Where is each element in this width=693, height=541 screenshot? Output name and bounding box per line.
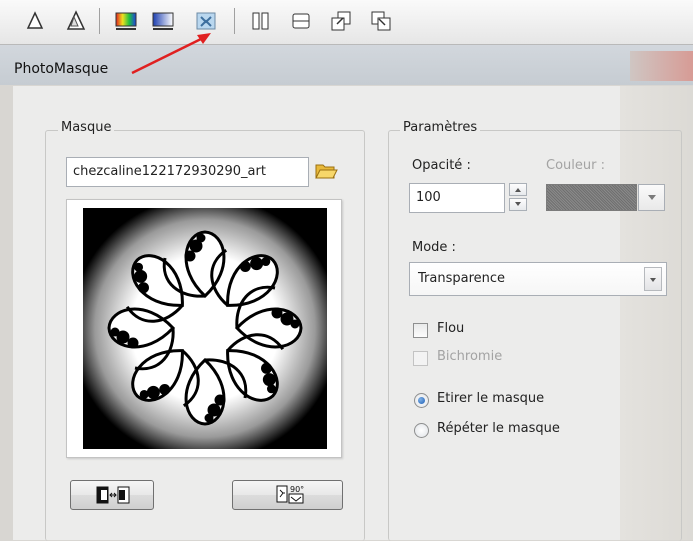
- color-label: Couleur :: [546, 158, 605, 173]
- opacity-decrement-button[interactable]: [509, 198, 527, 211]
- repeat-mask-radio[interactable]: [414, 423, 429, 438]
- rotate-mask-button[interactable]: 90°: [232, 480, 343, 510]
- repeat-mask-label: Répéter le masque: [437, 421, 560, 436]
- svg-text:90°: 90°: [290, 485, 304, 494]
- mode-label: Mode :: [412, 240, 456, 255]
- mode-selected-value: Transparence: [418, 271, 506, 286]
- mask-heading: Masque: [58, 120, 115, 135]
- color-dropdown-button[interactable]: [638, 184, 665, 211]
- mode-select[interactable]: Transparence: [409, 262, 667, 296]
- bichrome-label: Bichromie: [437, 349, 503, 364]
- blur-checkbox[interactable]: [413, 323, 428, 338]
- red-arrow-annotation: [131, 33, 211, 75]
- chevron-down-icon[interactable]: [644, 267, 662, 291]
- opacity-input[interactable]: 100: [409, 183, 505, 213]
- invert-mask-button[interactable]: [70, 480, 154, 510]
- mask-filename-field[interactable]: chezcaline122172930290_art: [66, 157, 309, 187]
- parameters-heading: Paramètres: [400, 120, 481, 135]
- invert-mask-icon: [96, 486, 130, 504]
- stretch-mask-label: Etirer le masque: [437, 391, 545, 406]
- opacity-label: Opacité :: [412, 158, 471, 173]
- color-swatch[interactable]: [546, 184, 637, 211]
- stretch-mask-radio[interactable]: [414, 393, 429, 408]
- bichrome-checkbox: [413, 351, 428, 366]
- rotate-90-icon: 90°: [276, 485, 304, 504]
- blur-label: Flou: [437, 321, 465, 336]
- mask-preview: [66, 199, 342, 458]
- folder-open-icon[interactable]: [314, 160, 338, 182]
- opacity-increment-button[interactable]: [509, 183, 527, 196]
- mask-preview-image: [83, 208, 327, 449]
